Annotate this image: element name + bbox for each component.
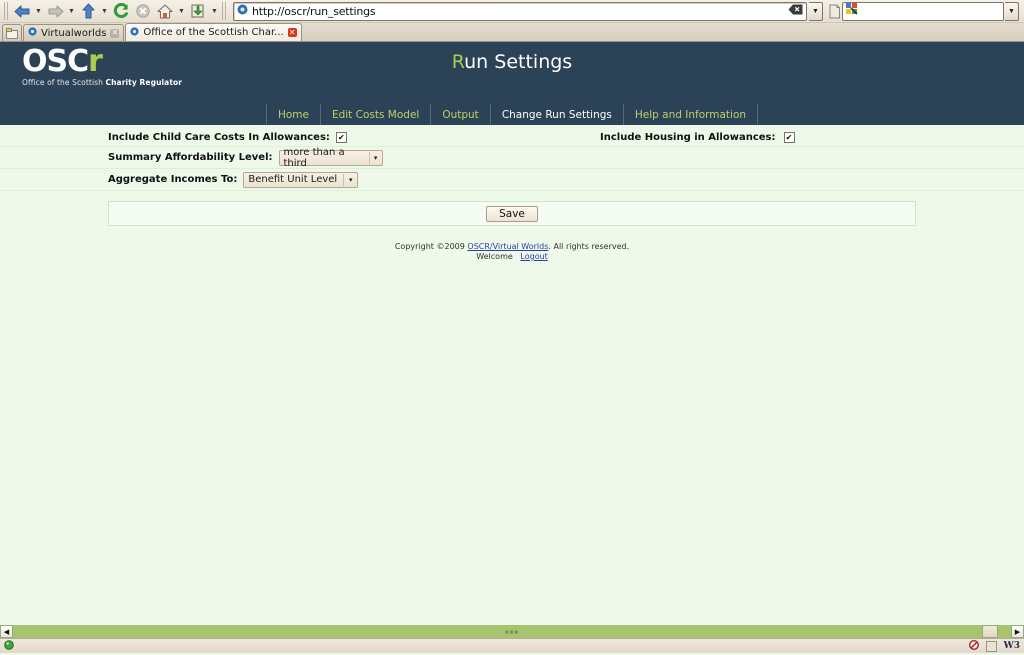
up-button[interactable]: [77, 1, 99, 21]
search-engine-icon[interactable]: [846, 2, 858, 20]
tab-oscr[interactable]: Office of the Scottish Char... ✕: [125, 23, 301, 41]
page-horizontal-scrollbar[interactable]: ◀ ■■■ ▶: [0, 625, 1024, 638]
page-favicon-icon: [237, 2, 248, 20]
settings-form: Include Child Care Costs In Allowances: …: [0, 129, 1024, 262]
tab-close-icon[interactable]: ✕: [288, 28, 297, 37]
tab-title: Virtualworlds: [41, 28, 106, 39]
save-panel: Save: [108, 201, 916, 226]
affordability-field: Summary Affordability Level: more than a…: [108, 147, 383, 168]
page-title-accent: R: [452, 51, 464, 73]
download-dropdown-icon[interactable]: ▼: [209, 1, 220, 21]
status-empty-box[interactable]: [986, 641, 997, 652]
chevron-down-icon[interactable]: ▾: [344, 176, 357, 184]
aggregate-select-value: Benefit Unit Level: [248, 174, 343, 185]
up-dropdown-icon[interactable]: ▼: [99, 1, 110, 21]
logo-tagline-part1: Office of the Scottish: [22, 78, 105, 87]
home-dropdown-icon[interactable]: ▼: [176, 1, 187, 21]
logo-tagline-part2: Charity Regulator: [105, 78, 182, 87]
aggregate-select[interactable]: Benefit Unit Level ▾: [243, 172, 358, 188]
stop-button[interactable]: [132, 1, 154, 21]
clear-address-icon[interactable]: [788, 2, 803, 20]
toolbar-grip[interactable]: [4, 2, 9, 20]
download-button[interactable]: [187, 1, 209, 21]
scroll-grip-icon: ■■■: [505, 630, 519, 636]
copyright-link[interactable]: OSCR/Virtual Worlds: [467, 242, 548, 251]
browser-toolbar: ▼ ▼ ▼ ▼ ▼ http://oscr/run_settings: [0, 0, 1024, 22]
nav-item-home[interactable]: Home: [266, 104, 321, 125]
tab-favicon-icon: [28, 27, 37, 39]
tab-strip: Virtualworlds ✕ Office of the Scottish C…: [0, 22, 1024, 41]
browser-chrome: ▼ ▼ ▼ ▼ ▼ http://oscr/run_settings: [0, 0, 1024, 42]
logout-link[interactable]: Logout: [520, 252, 547, 261]
session-line: Welcome Logout: [0, 252, 1024, 262]
urlbar-grip[interactable]: [222, 2, 227, 20]
nav-item-output[interactable]: Output: [431, 104, 490, 125]
nav-item-help-and-information[interactable]: Help and Information: [624, 104, 758, 125]
home-button[interactable]: [154, 1, 176, 21]
affordability-select-value: more than a third: [284, 147, 369, 169]
child-care-label: Include Child Care Costs In Allowances:: [108, 132, 330, 143]
aggregate-field: Aggregate Incomes To: Benefit Unit Level…: [108, 169, 358, 190]
page-viewport: OSCr Office of the Scottish Charity Regu…: [0, 42, 1024, 638]
address-dropdown-button[interactable]: ▼: [809, 2, 823, 21]
tab-title: Office of the Scottish Char...: [143, 27, 283, 38]
affordability-label: Summary Affordability Level:: [108, 152, 273, 163]
copyright-prefix: Copyright ©2009: [395, 242, 468, 251]
main-navigation: Home Edit Costs Model Output Change Run …: [0, 104, 1024, 125]
back-history-dropdown-icon[interactable]: ▼: [33, 1, 44, 21]
search-bar[interactable]: [842, 2, 1004, 21]
form-row-affordability: Summary Affordability Level: more than a…: [0, 147, 1024, 169]
page-title: Run Settings: [0, 51, 1024, 73]
search-dropdown-button[interactable]: ▼: [1005, 2, 1019, 21]
page-footer: Copyright ©2009 OSCR/Virtual Worlds. All…: [0, 242, 1024, 262]
tab-virtualworlds[interactable]: Virtualworlds ✕: [23, 24, 124, 41]
nav-item-edit-costs-model[interactable]: Edit Costs Model: [321, 104, 431, 125]
site-header: OSCr Office of the Scottish Charity Regu…: [0, 42, 1024, 104]
logo-tagline: Office of the Scottish Charity Regulator: [22, 78, 182, 87]
save-button[interactable]: Save: [486, 206, 538, 222]
welcome-text: Welcome: [476, 252, 513, 261]
forward-button[interactable]: [44, 1, 66, 21]
w3-validator-label[interactable]: W3: [1004, 641, 1020, 651]
copyright-suffix: . All rights reserved.: [548, 242, 629, 251]
forward-history-dropdown-icon[interactable]: ▼: [66, 1, 77, 21]
copyright-line: Copyright ©2009 OSCR/Virtual Worlds. All…: [0, 242, 1024, 252]
form-row-aggregate: Aggregate Incomes To: Benefit Unit Level…: [0, 169, 1024, 191]
scroll-right-button[interactable]: ▶: [1011, 625, 1024, 638]
back-button[interactable]: [11, 1, 33, 21]
nav-item-change-run-settings[interactable]: Change Run Settings: [491, 104, 624, 125]
chevron-down-icon[interactable]: ▾: [370, 154, 382, 162]
housing-checkbox[interactable]: ✔: [784, 132, 795, 143]
go-button[interactable]: [826, 2, 842, 20]
scroll-track[interactable]: ■■■: [13, 625, 1011, 638]
form-row-checkboxes: Include Child Care Costs In Allowances: …: [0, 129, 1024, 147]
child-care-field: Include Child Care Costs In Allowances: …: [108, 129, 347, 146]
status-bar: W3: [0, 638, 1024, 653]
scroll-left-button[interactable]: ◀: [0, 625, 13, 638]
housing-label: Include Housing in Allowances:: [600, 132, 776, 143]
affordability-select[interactable]: more than a third ▾: [279, 150, 383, 166]
tab-list-button[interactable]: [2, 24, 22, 41]
scroll-thumb[interactable]: [982, 625, 998, 638]
address-bar[interactable]: http://oscr/run_settings: [233, 2, 807, 21]
address-bar-text[interactable]: http://oscr/run_settings: [252, 5, 375, 18]
tab-favicon-icon: [130, 27, 139, 39]
aggregate-label: Aggregate Incomes To:: [108, 174, 237, 185]
tab-close-icon[interactable]: ✕: [110, 29, 119, 38]
housing-field: Include Housing in Allowances: ✔: [600, 129, 795, 146]
reload-button[interactable]: [110, 1, 132, 21]
page-title-rest: un Settings: [464, 51, 572, 73]
child-care-checkbox[interactable]: ✔: [336, 132, 347, 143]
